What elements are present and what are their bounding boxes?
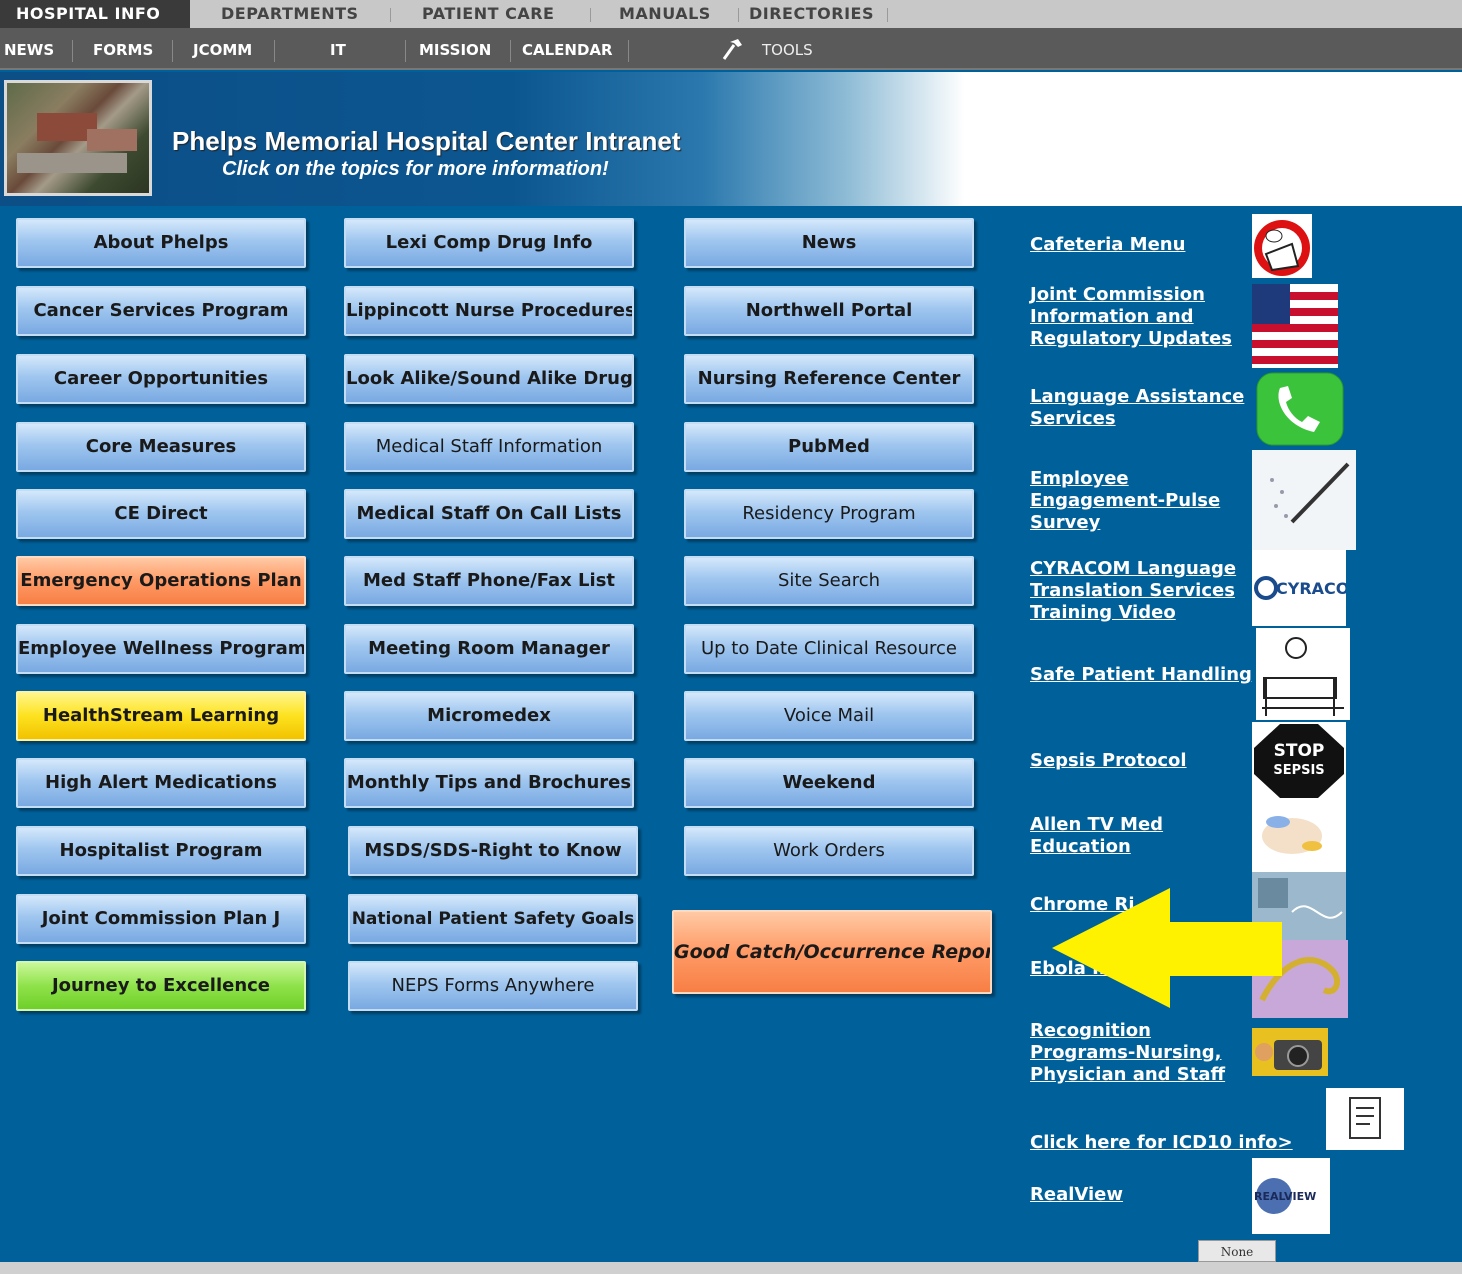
nav-directories[interactable]: DIRECTORIES [749,0,874,28]
btn-npsg[interactable]: National Patient Safety Goals [348,894,638,944]
link-employee-engagement[interactable]: Employee Engagement-Pulse Survey [1030,468,1260,534]
nav-news[interactable]: NEWS [4,28,54,70]
patient-bed-icon [1256,628,1350,720]
btn-emergency-operations[interactable]: Emergency Operations Plan [16,556,306,606]
btn-residency[interactable]: Residency Program [684,489,974,539]
btn-nursing-reference[interactable]: Nursing Reference Center [684,354,974,404]
realview-logo-icon: REALVIEW [1252,1158,1330,1234]
btn-good-catch-report[interactable]: Good Catch/Occurrence Report [672,910,992,994]
btn-high-alert-meds[interactable]: High Alert Medications [16,758,306,808]
nav-separator [274,40,275,62]
pills-icon [1252,800,1346,872]
link-realview[interactable]: RealView [1030,1184,1260,1206]
btn-weekend[interactable]: Weekend [684,758,974,808]
btn-career-opportunities[interactable]: Career Opportunities [16,354,306,404]
btn-about-phelps[interactable]: About Phelps [16,218,306,268]
btn-lippincott[interactable]: Lippincott Nurse Procedures [344,286,634,336]
hammer-icon [722,39,742,60]
link-allen-tv[interactable]: Allen TV Med Education [1030,814,1260,858]
btn-micromedex[interactable]: Micromedex [344,691,634,741]
secondary-nav: NEWS FORMS JCOMM IT MISSION CALENDAR TOO… [0,28,1462,70]
btn-site-search[interactable]: Site Search [684,556,974,606]
icd10-document-icon [1326,1088,1404,1150]
nav-separator [72,40,73,62]
page-title: Phelps Memorial Hospital Center Intranet [172,126,681,156]
btn-ce-direct[interactable]: CE Direct [16,489,306,539]
nav-separator [405,40,406,62]
btn-healthstream[interactable]: HealthStream Learning [16,691,306,741]
btn-neps-forms[interactable]: NEPS Forms Anywhere [348,961,638,1011]
nav-forms[interactable]: FORMS [93,28,153,70]
btn-core-measures[interactable]: Core Measures [16,422,306,472]
btn-journey-excellence[interactable]: Journey to Excellence [16,961,306,1011]
link-icd10-info[interactable]: Click here for ICD10 info> [1030,1132,1310,1154]
btn-up-to-date[interactable]: Up to Date Clinical Resource [684,624,974,674]
link-language-assistance[interactable]: Language Assistance Services [1030,386,1260,430]
nav-manuals[interactable]: MANUALS [619,0,711,28]
btn-cancer-services[interactable]: Cancer Services Program [16,286,306,336]
link-joint-commission-updates[interactable]: Joint Commission Information and Regulat… [1030,284,1245,350]
american-flag-icon [1252,284,1338,368]
link-safe-patient-handling[interactable]: Safe Patient Handling [1030,664,1270,686]
nav-it[interactable]: IT [330,28,346,70]
nav-separator [887,8,888,22]
btn-voice-mail[interactable]: Voice Mail [684,691,974,741]
phone-icon [1256,372,1344,446]
realview-logo-text: REALVIEW [1254,1190,1316,1203]
btn-hospitalist[interactable]: Hospitalist Program [16,826,306,876]
btn-employee-wellness[interactable]: Employee Wellness Program [16,624,306,674]
pen-survey-icon [1252,450,1356,550]
nav-separator [172,40,173,62]
link-recognition-programs[interactable]: Recognition Programs-Nursing, Physician … [1030,1020,1240,1086]
page-footer: None [0,1240,1462,1274]
camera-icon [1252,1028,1328,1076]
hospital-photo [4,80,152,196]
footer-tab[interactable]: None [1198,1240,1276,1262]
btn-work-orders[interactable]: Work Orders [684,826,974,876]
nav-separator [390,8,391,22]
cyracom-logo-text: CYRACOM [1276,579,1346,598]
nav-separator [628,40,629,62]
btn-joint-commission-plan[interactable]: Joint Commission Plan J [16,894,306,944]
nav-jcomm[interactable]: JCOMM [193,28,252,70]
link-cafeteria-menu[interactable]: Cafeteria Menu [1030,234,1260,256]
stop-sign-text: STOP [1274,741,1325,761]
btn-medical-staff-info[interactable]: Medical Staff Information [344,422,634,472]
btn-msds[interactable]: MSDS/SDS-Right to Know [348,826,638,876]
btn-monthly-tips[interactable]: Monthly Tips and Brochures [344,758,634,808]
nav-separator [738,8,739,22]
link-sepsis-protocol[interactable]: Sepsis Protocol [1030,750,1260,772]
page-subtitle: Click on the topics for more information… [222,158,609,180]
btn-look-alike[interactable]: Look Alike/Sound Alike Drugs [344,354,634,404]
cyracom-logo-icon: CYRACOM [1252,550,1346,626]
btn-pubmed[interactable]: PubMed [684,422,974,472]
stop-sepsis-icon: STOP SEPSIS [1252,722,1346,800]
btn-news[interactable]: News [684,218,974,268]
btn-med-staff-phone[interactable]: Med Staff Phone/Fax List [344,556,634,606]
nav-tools[interactable]: TOOLS [762,28,813,70]
nav-calendar[interactable]: CALENDAR [522,28,613,70]
nav-patient-care[interactable]: PATIENT CARE [422,0,554,28]
yellow-arrow-icon [1052,888,1282,1008]
nav-mission[interactable]: MISSION [419,28,491,70]
nav-separator [510,40,511,62]
nav-hospital-info[interactable]: HOSPITAL INFO [0,0,190,28]
sepsis-sign-text: SEPSIS [1273,763,1324,778]
primary-nav: HOSPITAL INFO DEPARTMENTS PATIENT CARE M… [0,0,1462,28]
btn-medical-staff-oncall[interactable]: Medical Staff On Call Lists [344,489,634,539]
header-banner: Phelps Memorial Hospital Center Intranet… [0,72,1462,206]
chef-icon [1252,214,1312,278]
nav-separator [590,8,591,22]
btn-lexi-comp[interactable]: Lexi Comp Drug Info [344,218,634,268]
btn-northwell[interactable]: Northwell Portal [684,286,974,336]
link-cyracom[interactable]: CYRACOM Language Translation Services Tr… [1030,558,1260,624]
btn-meeting-room[interactable]: Meeting Room Manager [344,624,634,674]
nav-departments[interactable]: DEPARTMENTS [221,0,359,28]
